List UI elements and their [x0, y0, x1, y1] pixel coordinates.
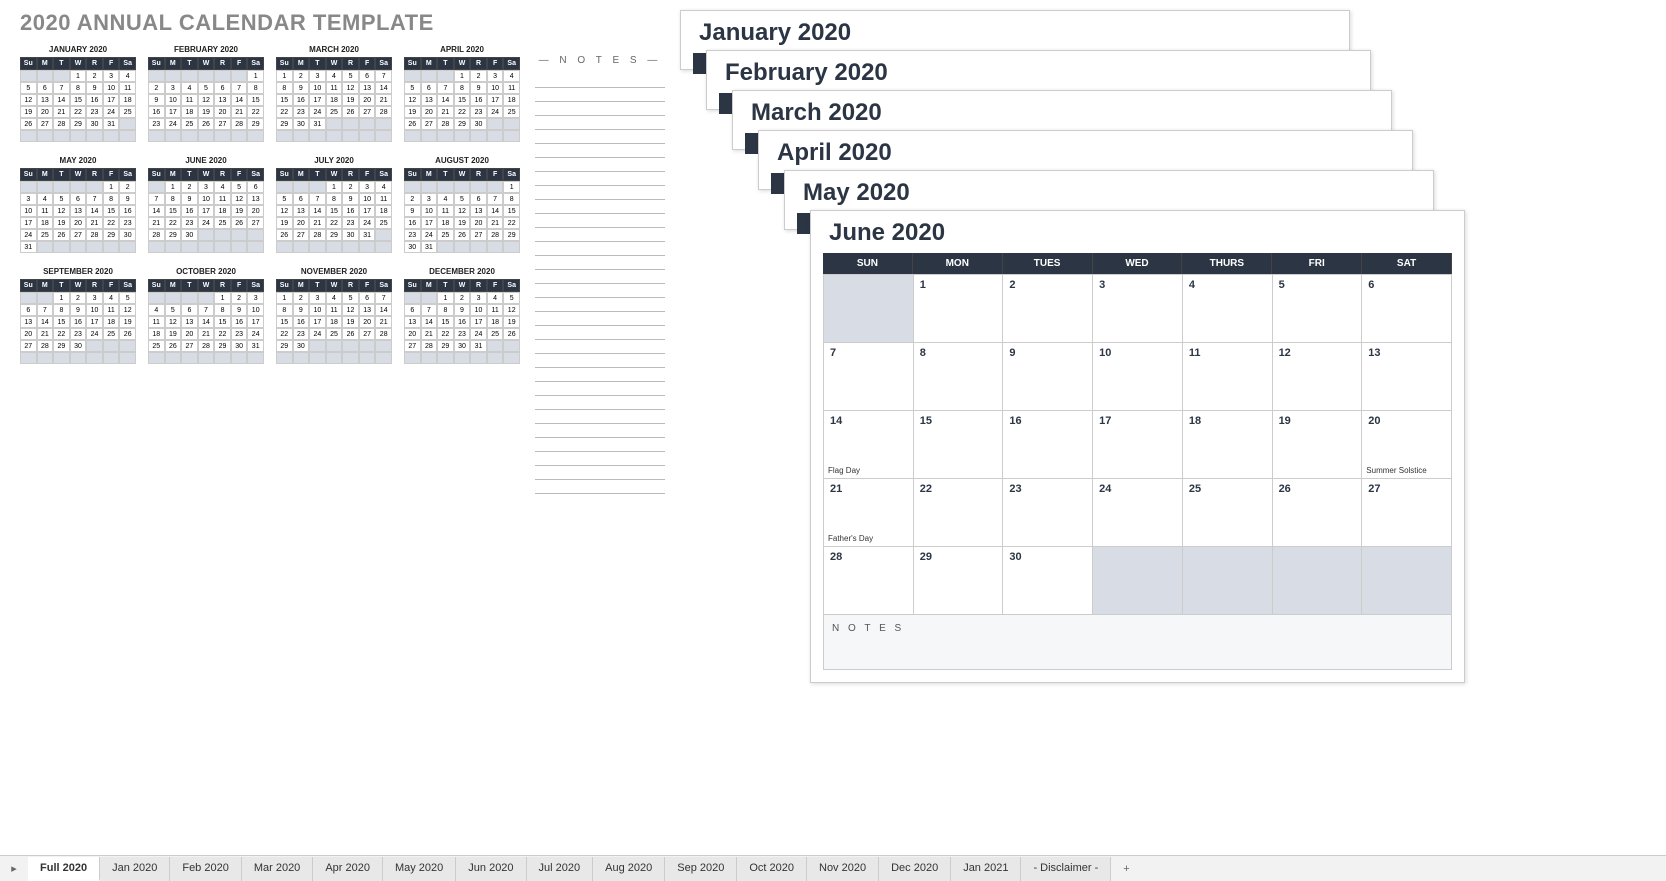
calendar-day-cell[interactable]	[1362, 547, 1452, 615]
sheet-tab[interactable]: Mar 2020	[242, 857, 313, 881]
calendar-day-cell[interactable]: 28	[824, 547, 914, 615]
sheet-tab[interactable]: Apr 2020	[313, 857, 383, 881]
sheet-tab[interactable]: Nov 2020	[807, 857, 879, 881]
calendar-day-cell[interactable]: 14Flag Day	[824, 411, 914, 479]
calendar-day-cell[interactable]: 1	[914, 275, 1004, 343]
calendar-day-cell[interactable]: 20Summer Solstice	[1362, 411, 1452, 479]
month-page-title: June 2020	[811, 211, 1464, 253]
month-page-title: April 2020	[759, 131, 1412, 173]
calendar-day-cell[interactable]: 6	[1362, 275, 1452, 343]
sheet-tab[interactable]: Dec 2020	[879, 857, 951, 881]
month-page-title: January 2020	[681, 11, 1349, 53]
mini-calendar: SEPTEMBER 2020SuMTWRFSa12345678910111213…	[20, 267, 136, 364]
calendar-day-cell[interactable]: 13	[1362, 343, 1452, 411]
mini-calendar: MARCH 2020SuMTWRFSa123456789101112131415…	[276, 45, 392, 142]
calendar-day-cell[interactable]: 24	[1093, 479, 1183, 547]
calendar-day-cell[interactable]: 11	[1183, 343, 1273, 411]
mini-calendar: APRIL 2020SuMTWRFSa123456789101112131415…	[404, 45, 520, 142]
calendar-day-cell[interactable]: 17	[1093, 411, 1183, 479]
notes-column: — N O T E S —	[535, 55, 665, 494]
calendar-event: Summer Solstice	[1366, 466, 1426, 475]
calendar-day-cell[interactable]: 16	[1003, 411, 1093, 479]
month-page: June 2020SUNMONTUESWEDTHURSFRISAT1234567…	[810, 210, 1465, 683]
month-page-title: May 2020	[785, 171, 1433, 213]
tab-list: Full 2020Jan 2020Feb 2020Mar 2020Apr 202…	[28, 857, 1111, 881]
add-sheet-button[interactable]: +	[1111, 858, 1141, 880]
calendar-day-cell[interactable]: 23	[1003, 479, 1093, 547]
calendar-day-cell[interactable]: 2	[1003, 275, 1093, 343]
mini-calendar: JANUARY 2020SuMTWRFSa1234567891011121314…	[20, 45, 136, 142]
calendar-event: Flag Day	[828, 466, 860, 475]
calendar-day-cell[interactable]: 27	[1362, 479, 1452, 547]
calendar-day-cell[interactable]: 18	[1183, 411, 1273, 479]
mini-calendar: OCTOBER 2020SuMTWRFSa1234567891011121314…	[148, 267, 264, 364]
calendar-day-cell[interactable]: 29	[914, 547, 1004, 615]
sheet-tab[interactable]: Oct 2020	[737, 857, 807, 881]
sheet-tab[interactable]: Jun 2020	[456, 857, 526, 881]
calendar-day-cell[interactable]: 21Father's Day	[824, 479, 914, 547]
calendar-day-cell[interactable]	[1273, 547, 1363, 615]
calendar-day-cell[interactable]: 9	[1003, 343, 1093, 411]
calendar-day-cell[interactable]: 15	[914, 411, 1004, 479]
month-notes-area[interactable]: N O T E S	[823, 615, 1452, 670]
tab-nav-arrow[interactable]: ▸	[0, 862, 28, 875]
mini-calendar: FEBRUARY 2020SuMTWRFSa123456789101112131…	[148, 45, 264, 142]
calendar-day-cell[interactable]: 26	[1273, 479, 1363, 547]
sheet-tab[interactable]: Jan 2020	[100, 857, 170, 881]
mini-calendar: JUNE 2020SuMTWRFSa1234567891011121314151…	[148, 156, 264, 253]
sheet-tab[interactable]: May 2020	[383, 857, 456, 881]
month-page-title: March 2020	[733, 91, 1391, 133]
mini-calendar: AUGUST 2020SuMTWRFSa12345678910111213141…	[404, 156, 520, 253]
annual-calendar-grid: JANUARY 2020SuMTWRFSa1234567891011121314…	[20, 45, 520, 378]
mini-calendar: MAY 2020SuMTWRFSa12345678910111213141516…	[20, 156, 136, 253]
mini-calendar: NOVEMBER 2020SuMTWRFSa123456789101112131…	[276, 267, 392, 364]
sheet-tabs: ▸ Full 2020Jan 2020Feb 2020Mar 2020Apr 2…	[0, 855, 1666, 881]
page-title: 2020 ANNUAL CALENDAR TEMPLATE	[20, 10, 434, 36]
calendar-day-cell[interactable]	[1093, 547, 1183, 615]
calendar-day-cell[interactable]: 25	[1183, 479, 1273, 547]
mini-calendar: DECEMBER 2020SuMTWRFSa123456789101112131…	[404, 267, 520, 364]
calendar-day-cell[interactable]: 7	[824, 343, 914, 411]
month-page-title: February 2020	[707, 51, 1370, 93]
sheet-tab[interactable]: - Disclaimer -	[1021, 857, 1111, 881]
calendar-day-cell[interactable]: 8	[914, 343, 1004, 411]
calendar-day-cell[interactable]: 22	[914, 479, 1004, 547]
calendar-day-cell[interactable]: 4	[1183, 275, 1273, 343]
notes-lines	[535, 74, 665, 494]
calendar-day-cell[interactable]	[1183, 547, 1273, 615]
sheet-tab[interactable]: Jan 2021	[951, 857, 1021, 881]
sheet-tab[interactable]: Full 2020	[28, 857, 100, 881]
calendar-day-cell[interactable]: 30	[1003, 547, 1093, 615]
calendar-day-cell[interactable]: 10	[1093, 343, 1183, 411]
calendar-event: Father's Day	[828, 534, 873, 543]
sheet-tab[interactable]: Sep 2020	[665, 857, 737, 881]
calendar-day-cell[interactable]: 5	[1273, 275, 1363, 343]
sheet-tab[interactable]: Feb 2020	[170, 857, 241, 881]
calendar-day-cell[interactable]: 3	[1093, 275, 1183, 343]
calendar-day-cell[interactable]: 12	[1273, 343, 1363, 411]
calendar-day-cell[interactable]	[824, 275, 914, 343]
sheet-tab[interactable]: Aug 2020	[593, 857, 665, 881]
notes-heading: — N O T E S —	[535, 55, 665, 66]
calendar-day-cell[interactable]: 19	[1273, 411, 1363, 479]
mini-calendar: JULY 2020SuMTWRFSa1234567891011121314151…	[276, 156, 392, 253]
sheet-tab[interactable]: Jul 2020	[527, 857, 594, 881]
